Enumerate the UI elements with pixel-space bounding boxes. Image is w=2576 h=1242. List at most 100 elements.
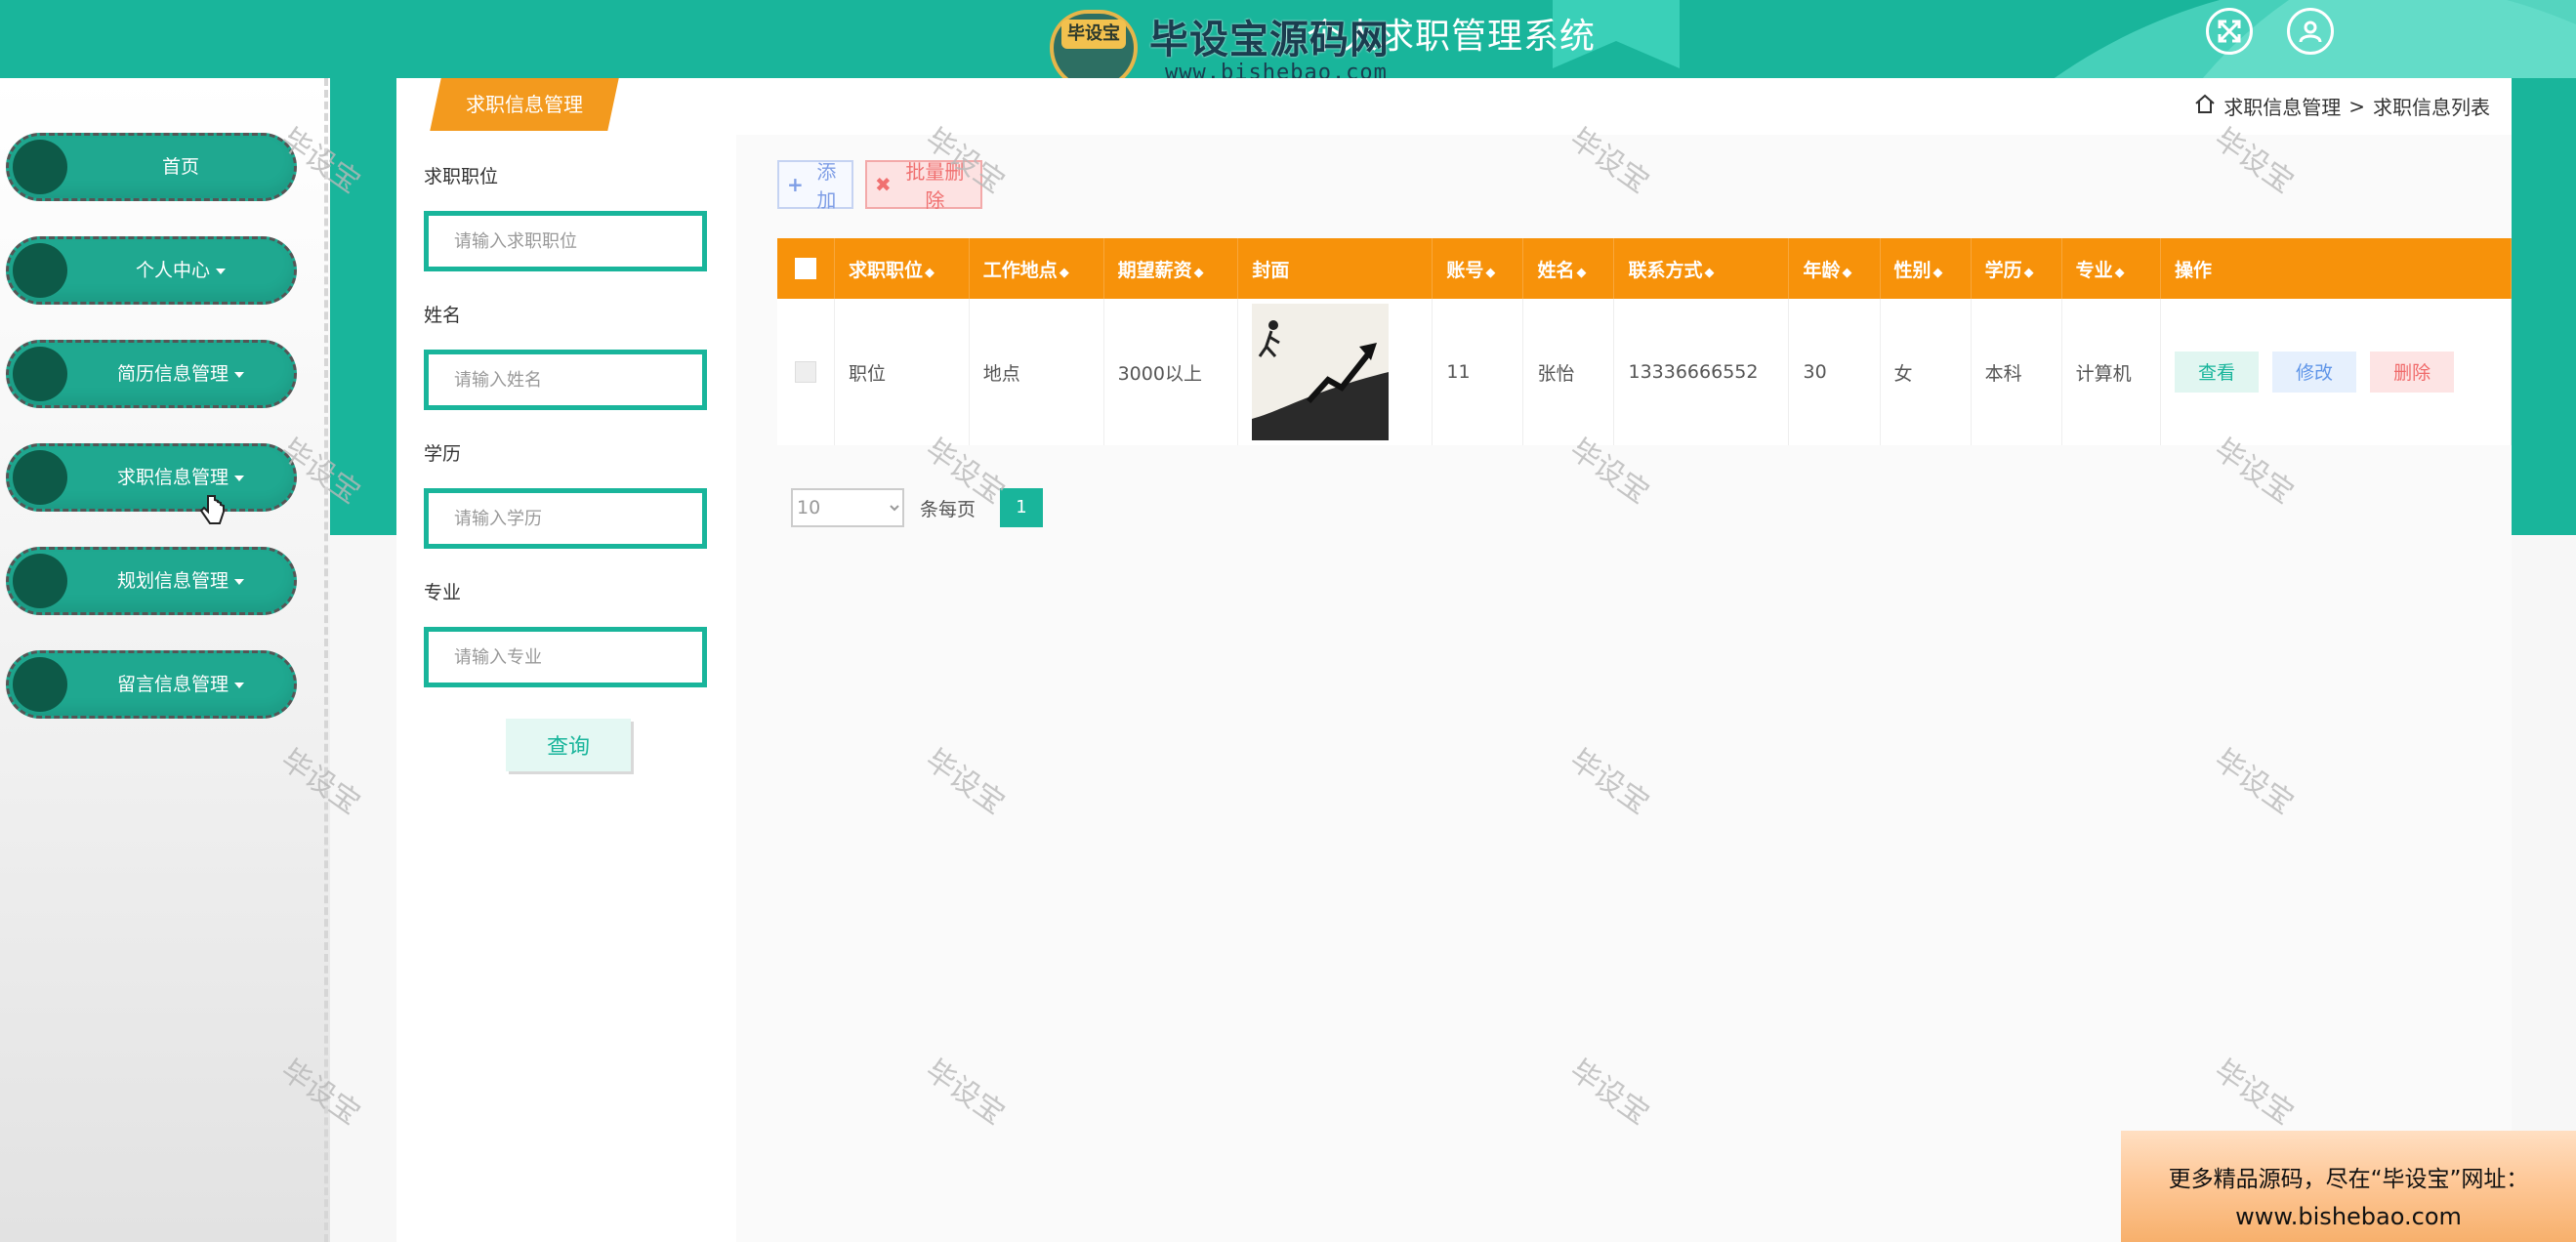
add-button-label: 添加	[816, 160, 837, 212]
breadcrumb-separator: >	[2348, 94, 2365, 118]
job-position-label: 求职职位	[424, 166, 499, 187]
add-button[interactable]: + 添加	[777, 160, 853, 212]
query-button[interactable]: 查询	[506, 719, 631, 771]
cell-account: 11	[1432, 299, 1524, 445]
cell-name: 张怡	[1522, 299, 1615, 445]
sort-icon: ◆	[1193, 265, 1204, 280]
job-position-input[interactable]	[424, 211, 707, 271]
column-header[interactable]: 年龄 ◆	[1788, 238, 1881, 299]
sort-icon: ◆	[925, 265, 935, 280]
logo-name: 毕设宝源码网	[1149, 18, 1390, 62]
sort-icon: ◆	[2023, 265, 2034, 280]
column-header-label: 工作地点	[982, 259, 1058, 281]
panel-tab-title: 求职信息管理	[466, 93, 583, 116]
table-row: 职位 地点 3000以上 11 张怡 13336666552 30 女 本科 计…	[777, 299, 2512, 445]
home-icon[interactable]	[2194, 93, 2216, 120]
column-header-label: 性别	[1893, 259, 1932, 281]
caret-down-icon	[234, 682, 244, 688]
column-header[interactable]: 期望薪资 ◆	[1103, 238, 1239, 299]
breadcrumb-current: 求职信息列表	[2373, 96, 2490, 119]
cell-gender: 女	[1880, 299, 1972, 445]
sidebar-item-job-seeking[interactable]: 求职信息管理	[6, 443, 297, 512]
view-button[interactable]: 查看	[2175, 352, 2259, 393]
sidebar-item-label: 简历信息管理	[116, 363, 229, 385]
row-select-cell	[777, 299, 835, 445]
caret-down-icon	[234, 578, 244, 585]
column-header-label: 操作	[2175, 259, 2213, 281]
column-header[interactable]: 学历 ◆	[1971, 238, 2062, 299]
sidebar-item-label: 留言信息管理	[116, 674, 229, 695]
pointer-cursor-icon	[199, 494, 227, 535]
edit-button[interactable]: 修改	[2272, 352, 2357, 393]
column-header[interactable]: 求职职位 ◆	[834, 238, 970, 299]
sort-icon: ◆	[1576, 265, 1587, 280]
cell-education: 本科	[1971, 299, 2062, 445]
user-icon[interactable]	[2287, 8, 2334, 55]
education-label: 学历	[424, 443, 462, 465]
cell-actions: 查看 修改 删除	[2160, 299, 2512, 445]
sidebar-item-home[interactable]: 首页	[6, 133, 297, 201]
name-label: 姓名	[424, 305, 462, 326]
column-header-label: 年龄	[1803, 259, 1841, 281]
column-header[interactable]: 性别 ◆	[1880, 238, 1972, 299]
menu-dot-icon	[13, 554, 67, 608]
table-header-row: 求职职位 ◆ 工作地点 ◆ 期望薪资 ◆ 封面 账号 ◆ 姓名 ◆ 联系方式 ◆ 年龄 ◆ 性…	[777, 238, 2512, 299]
cell-cover	[1237, 299, 1433, 445]
column-header-label: 姓名	[1537, 259, 1575, 281]
column-header[interactable]: 专业 ◆	[2061, 238, 2162, 299]
delete-button[interactable]: 删除	[2370, 352, 2455, 393]
column-header-label: 封面	[1252, 259, 1290, 281]
column-header[interactable]: 工作地点 ◆	[969, 238, 1104, 299]
select-all-checkbox[interactable]	[795, 258, 816, 280]
sort-icon: ◆	[2114, 265, 2125, 280]
promo-banner: 更多精品源码，尽在“毕设宝”网址： www.bishebao.com	[2121, 1131, 2576, 1242]
select-all-cell	[777, 238, 835, 299]
caret-down-icon	[234, 371, 244, 378]
major-input[interactable]	[424, 627, 707, 687]
column-header-label: 账号	[1446, 259, 1484, 281]
menu-dot-icon	[13, 657, 67, 712]
sort-icon: ◆	[1932, 265, 1943, 280]
education-input[interactable]	[424, 488, 707, 549]
breadcrumb: 求职信息管理 > 求职信息列表	[2194, 92, 2490, 120]
menu-dot-icon	[13, 347, 67, 401]
sidebar-item-label: 个人中心	[135, 260, 210, 281]
cell-phone: 13336666552	[1613, 299, 1790, 445]
logo-badge-text: 毕设宝	[1061, 20, 1126, 49]
sidebar-item-label: 求职信息管理	[116, 467, 229, 488]
promo-line-1: 更多精品源码，尽在“毕设宝”网址：	[2168, 1167, 2529, 1192]
column-header[interactable]: 账号 ◆	[1432, 238, 1524, 299]
sidebar-item-label: 首页	[161, 156, 199, 178]
cell-position: 职位	[834, 299, 970, 445]
column-header: 操作	[2160, 238, 2512, 299]
promo-url: www.bishebao.com	[2235, 1203, 2462, 1230]
menu-dot-icon	[13, 140, 67, 194]
close-icon: ✖	[875, 173, 892, 196]
column-header[interactable]: 联系方式 ◆	[1613, 238, 1790, 299]
sort-icon: ◆	[1842, 265, 1852, 280]
cell-major: 计算机	[2061, 299, 2162, 445]
major-label: 专业	[424, 582, 462, 603]
sidebar-item-label: 规划信息管理	[116, 570, 229, 592]
page-number-button[interactable]: 1	[1000, 488, 1043, 527]
column-header-label: 专业	[2075, 259, 2113, 281]
column-header[interactable]: 姓名 ◆	[1522, 238, 1615, 299]
per-page-label: 条每页	[920, 499, 976, 520]
sort-icon: ◆	[1485, 265, 1496, 280]
page-size-select[interactable]: 10	[791, 488, 904, 527]
sidebar-item-messages[interactable]: 留言信息管理	[6, 650, 297, 719]
cover-image[interactable]	[1252, 304, 1390, 440]
column-header-label: 期望薪资	[1117, 259, 1192, 281]
caret-down-icon	[216, 268, 226, 274]
cell-location: 地点	[969, 299, 1104, 445]
fullscreen-icon[interactable]	[2206, 8, 2253, 55]
sidebar-item-planning[interactable]: 规划信息管理	[6, 547, 297, 615]
column-header-label: 求职职位	[849, 259, 924, 281]
name-input[interactable]	[424, 350, 707, 410]
breadcrumb-parent[interactable]: 求职信息管理	[2223, 92, 2341, 120]
row-checkbox[interactable]	[795, 361, 816, 384]
column-header: 封面	[1237, 238, 1433, 299]
sidebar-item-personal-center[interactable]: 个人中心	[6, 236, 297, 305]
menu-dot-icon	[13, 243, 67, 298]
sidebar-item-resume[interactable]: 简历信息管理	[6, 340, 297, 408]
